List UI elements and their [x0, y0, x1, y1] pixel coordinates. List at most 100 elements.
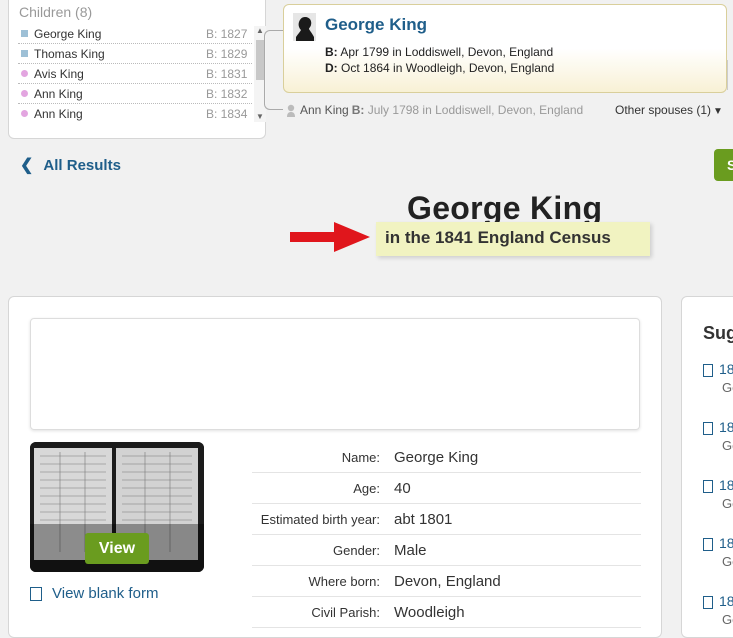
spouse-silhouette-icon [287, 104, 295, 117]
detail-value: abt 1801 [394, 510, 453, 528]
detail-label: Name: [341, 449, 380, 465]
detail-value: Woodleigh [394, 603, 465, 621]
family-header: Children (8) George King B: 1827 Thomas … [0, 0, 733, 140]
suggested-record-sub: Ge [722, 438, 733, 453]
detail-row: Gender: Male [252, 535, 641, 566]
child-name: Thomas King [34, 46, 105, 61]
suggested-records-panel: Sug 18 Ge 18 Ge 18 Ge 18 Ge 18 Ge [681, 296, 733, 638]
suggested-record-title: 18 [719, 535, 733, 551]
detail-value: 40 [394, 479, 411, 497]
view-blank-form-link[interactable]: View blank form [30, 585, 158, 602]
info-box [30, 318, 640, 430]
child-name: George King [34, 26, 102, 41]
female-marker-icon [21, 90, 28, 97]
suggested-record-title: 18 [719, 477, 733, 493]
view-blank-form-label: View blank form [52, 585, 159, 602]
male-marker-icon [21, 30, 28, 37]
child-birth: B: 1834 [206, 106, 248, 121]
chevron-left-icon: ❮ [20, 157, 34, 174]
suggested-record[interactable]: 18 Ge [703, 477, 733, 511]
suggested-record[interactable]: 18 Ge [703, 535, 733, 569]
children-list: George King B: 1827 Thomas King B: 1829 … [18, 24, 252, 122]
other-spouses-label: Other spouses (1) [615, 103, 712, 117]
spouse-name: Ann King [300, 103, 349, 117]
child-name: Ann King [34, 86, 83, 101]
death-line: D: Oct 1864 in Woodleigh, Devon, England [325, 61, 554, 75]
detail-label: Estimated birth year: [260, 511, 380, 527]
save-button[interactable]: S [714, 149, 733, 181]
detail-label: Where born: [308, 573, 380, 589]
suggested-record-title: 18 [719, 419, 733, 435]
suggested-record[interactable]: 18 Ge [703, 361, 733, 395]
child-birth: B: 1832 [206, 86, 248, 101]
scroll-down-icon[interactable]: ▼ [256, 112, 264, 122]
person-name[interactable]: George King [325, 15, 427, 35]
child-name: Ann King [34, 106, 83, 121]
document-icon [703, 537, 713, 551]
detail-value: Devon, England [394, 572, 501, 590]
child-row[interactable]: Ann King B: 1832 [18, 84, 252, 104]
detail-label: Gender: [333, 542, 380, 558]
children-panel: Children (8) George King B: 1827 Thomas … [8, 0, 266, 139]
record-subtitle: in the 1841 England Census [385, 228, 611, 247]
chevron-down-icon: ▼ [713, 106, 723, 117]
document-icon [703, 363, 713, 377]
suggested-record-sub: Ge [722, 554, 733, 569]
record-card: View View blank form Name: George King A… [8, 296, 662, 638]
child-birth: B: 1827 [206, 26, 248, 41]
all-results-link[interactable]: ❮ All Results [20, 155, 121, 175]
document-icon [703, 595, 713, 609]
child-birth: B: 1829 [206, 46, 248, 61]
silhouette-avatar-icon [293, 13, 316, 41]
spouse-birth-label: B: [351, 103, 365, 117]
detail-row: Age: 40 [252, 473, 641, 504]
birth-value: Apr 1799 in Loddiswell, Devon, England [340, 45, 554, 59]
detail-label: Civil Parish: [311, 604, 380, 620]
child-row[interactable]: Thomas King B: 1829 [18, 44, 252, 64]
other-spouses-dropdown[interactable]: Other spouses (1) ▼ [615, 103, 723, 117]
detail-row: Where born: Devon, England [252, 566, 641, 597]
red-arrow-icon [290, 222, 370, 252]
detail-row: Civil Parish: Woodleigh [252, 597, 641, 628]
child-birth: B: 1831 [206, 66, 248, 81]
male-marker-icon [21, 50, 28, 57]
suggested-title: Sug [703, 323, 733, 343]
suggested-record-sub: Ge [722, 496, 733, 511]
record-details: Name: George King Age: 40 Estimated birt… [252, 442, 641, 628]
scroll-up-icon[interactable]: ▲ [256, 26, 264, 36]
family-connector [264, 30, 283, 110]
suggested-record[interactable]: 18 Ge [703, 419, 733, 453]
document-icon [703, 421, 713, 435]
death-label: D: [325, 61, 338, 75]
document-icon [703, 479, 713, 493]
children-title: Children (8) [19, 4, 93, 20]
birth-label: B: [325, 45, 338, 59]
child-name: Avis King [34, 66, 84, 81]
female-marker-icon [21, 110, 28, 117]
scroll-thumb[interactable] [256, 40, 264, 80]
child-row[interactable]: Avis King B: 1831 [18, 64, 252, 84]
detail-row: Estimated birth year: abt 1801 [252, 504, 641, 535]
detail-value: George King [394, 448, 479, 466]
child-row[interactable]: Ann King B: 1834 [18, 104, 252, 122]
person-card[interactable]: George King B: Apr 1799 in Loddiswell, D… [283, 4, 727, 93]
female-marker-icon [21, 70, 28, 77]
suggested-record-sub: Ge [722, 612, 733, 627]
card-edge [727, 60, 733, 90]
suggested-record[interactable]: 18 Ge [703, 593, 733, 627]
pdf-icon [30, 586, 42, 601]
all-results-label: All Results [43, 156, 121, 174]
save-button-label: S [727, 157, 733, 173]
death-value: Oct 1864 in Woodleigh, Devon, England [341, 61, 555, 75]
view-button[interactable]: View [85, 533, 149, 564]
spouse-birth-value: July 1798 in Loddiswell, Devon, England [367, 103, 584, 117]
suggested-record-title: 18 [719, 593, 733, 609]
detail-label: Age: [353, 480, 380, 496]
suggested-record-title: 18 [719, 361, 733, 377]
census-image-thumbnail[interactable]: View [30, 442, 204, 572]
child-row[interactable]: George King B: 1827 [18, 24, 252, 44]
suggested-record-sub: Ge [722, 380, 733, 395]
detail-row: Name: George King [252, 442, 641, 473]
spouse-row[interactable]: Ann King B: July 1798 in Loddiswell, Dev… [286, 103, 583, 117]
birth-line: B: Apr 1799 in Loddiswell, Devon, Englan… [325, 45, 553, 59]
